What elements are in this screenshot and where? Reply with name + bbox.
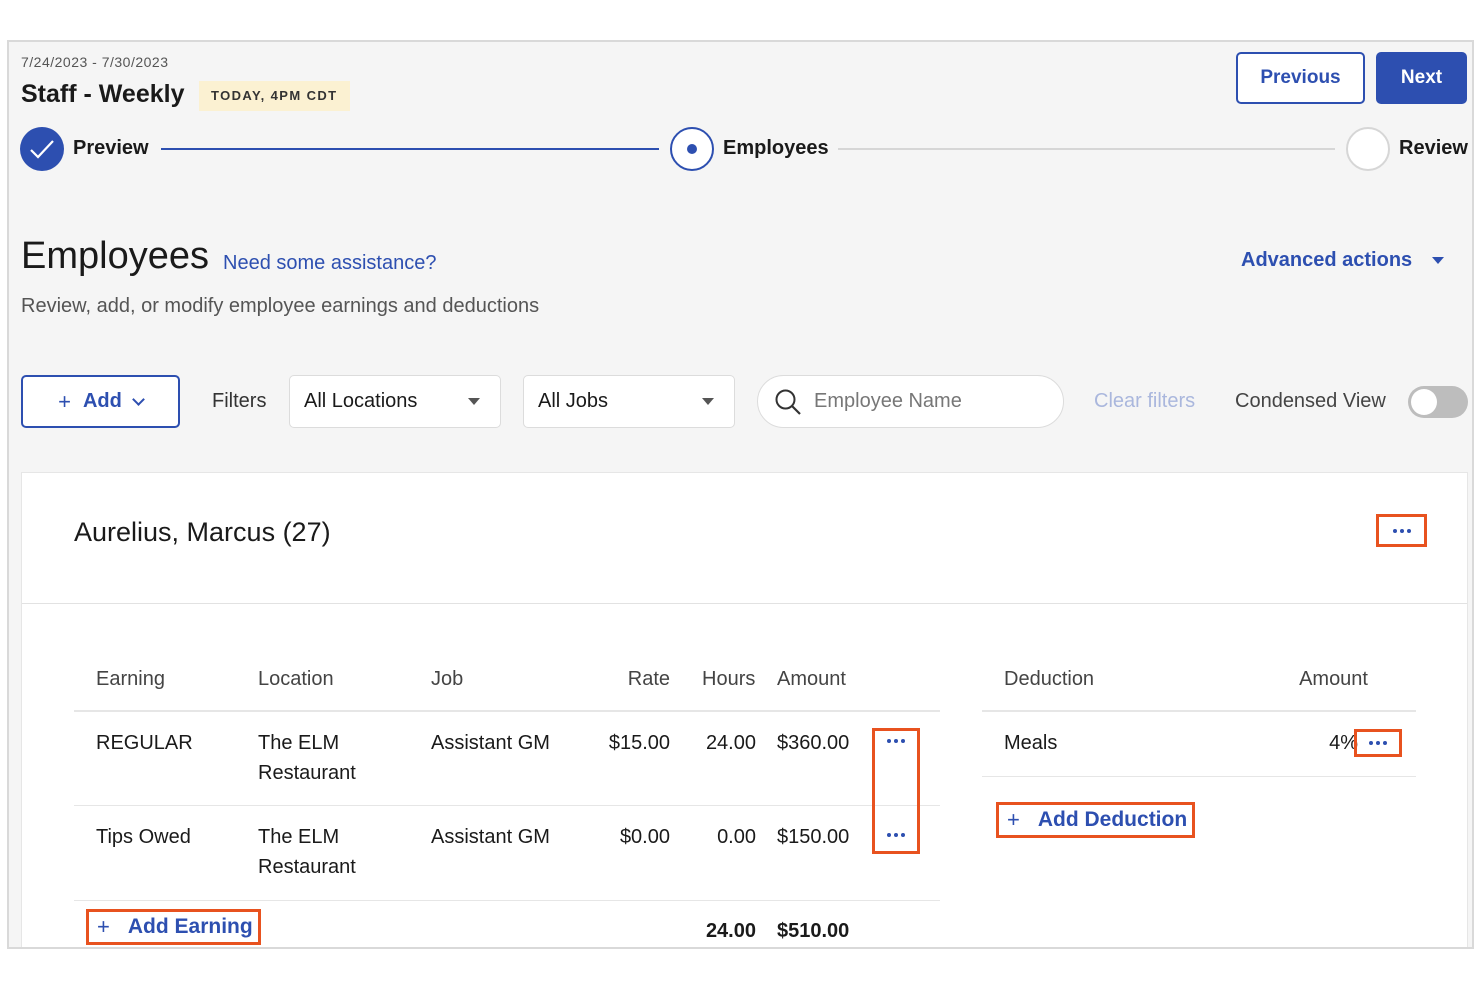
advanced-actions-dropdown[interactable]: Advanced actions <box>1241 249 1445 272</box>
table-divider <box>982 776 1416 777</box>
table-divider <box>982 710 1416 712</box>
location-header: Location <box>258 668 334 690</box>
check-icon <box>20 127 64 171</box>
previous-button[interactable]: Previous <box>1236 52 1365 104</box>
amount-header: Amount <box>777 668 846 690</box>
step-review: Review <box>1399 137 1468 159</box>
payroll-title: Staff - Weekly <box>21 80 185 108</box>
plus-icon: + <box>97 914 110 939</box>
upcoming-step-icon <box>1346 127 1390 171</box>
stepper-line-upcoming <box>838 148 1335 150</box>
location-cell: The ELM <box>258 826 340 848</box>
chevron-down-icon <box>132 392 145 406</box>
clear-filters-link[interactable]: Clear filters <box>1094 390 1195 413</box>
plus-icon: + <box>58 388 71 414</box>
page-subtitle: Review, add, or modify employee earnings… <box>21 295 540 317</box>
location-cell: Restaurant <box>258 762 356 784</box>
card-divider <box>22 603 1467 604</box>
table-divider <box>74 710 940 712</box>
rate-cell: $0.00 <box>619 826 670 848</box>
deduction-amount-cell: 4% <box>1329 732 1358 754</box>
jobs-select-value: All Jobs <box>538 390 609 412</box>
table-divider <box>74 805 940 806</box>
stepper-line-complete <box>161 148 659 150</box>
total-hours: 24.00 <box>705 920 756 942</box>
current-step-icon <box>670 127 714 171</box>
job-cell: Assistant GM <box>431 826 550 848</box>
step-preview: Preview <box>73 137 149 159</box>
rate-header: Rate <box>627 668 670 690</box>
deduction-cell: Meals <box>1004 732 1058 754</box>
help-link[interactable]: Need some assistance? <box>223 252 436 275</box>
earning-row-more-button[interactable] <box>875 731 917 751</box>
total-amount: $510.00 <box>777 920 850 942</box>
step-employees: Employees <box>723 137 829 159</box>
deadline-badge: TODAY, 4PM CDT <box>199 81 350 111</box>
filters-label: Filters <box>212 390 267 412</box>
employee-more-button[interactable] <box>1376 514 1427 547</box>
table-divider <box>74 900 940 901</box>
page-title: Employees <box>21 235 209 277</box>
employee-name-input[interactable] <box>814 390 1034 413</box>
jobs-select[interactable]: All Jobs <box>523 375 735 428</box>
amount-cell: $150.00 <box>777 826 850 848</box>
hours-cell: 0.00 <box>717 826 756 848</box>
caret-down-icon <box>702 398 714 405</box>
caret-down-icon <box>1432 257 1445 264</box>
locations-select-value: All Locations <box>304 390 418 412</box>
hours-header: Hours <box>702 668 756 690</box>
earning-cell: Tips Owed <box>96 826 191 848</box>
location-cell: Restaurant <box>258 856 356 878</box>
deduction-row-more-button[interactable] <box>1354 729 1402 757</box>
earning-header: Earning <box>96 668 165 690</box>
locations-select[interactable]: All Locations <box>289 375 501 428</box>
employee-card: Aurelius, Marcus (27) Earning Location J… <box>21 472 1468 947</box>
earning-row-menus <box>872 728 920 854</box>
add-earning-label: Add Earning <box>127 915 253 938</box>
condensed-view-toggle[interactable] <box>1408 386 1468 418</box>
rate-cell: $15.00 <box>608 732 670 754</box>
advanced-actions-label: Advanced actions <box>1241 249 1413 271</box>
plus-icon: + <box>1007 807 1020 832</box>
pay-period-date-range: 7/24/2023 - 7/30/2023 <box>21 54 169 70</box>
add-deduction-label: Add Deduction <box>1037 808 1188 831</box>
add-button-label: Add <box>82 390 122 412</box>
job-header: Job <box>431 668 464 690</box>
earning-row-more-button[interactable] <box>875 825 917 845</box>
search-icon <box>775 389 801 415</box>
job-cell: Assistant GM <box>431 732 550 754</box>
hours-cell: 24.00 <box>705 732 756 754</box>
caret-down-icon <box>468 398 480 405</box>
location-cell: The ELM <box>258 732 340 754</box>
deduction-header: Deduction <box>1004 668 1095 690</box>
payroll-window: 7/24/2023 - 7/30/2023 Staff - Weekly TOD… <box>7 40 1474 949</box>
next-button[interactable]: Next <box>1376 52 1467 104</box>
add-button[interactable]: + Add <box>21 375 180 428</box>
add-deduction-button[interactable]: + Add Deduction <box>995 802 1196 838</box>
amount-cell: $360.00 <box>777 732 850 754</box>
employee-search[interactable] <box>757 375 1064 428</box>
employee-name: Aurelius, Marcus (27) <box>74 517 331 547</box>
earning-cell: REGULAR <box>96 732 193 754</box>
add-earning-button[interactable]: + Add Earning <box>86 909 261 945</box>
deduction-amount-header: Amount <box>1299 668 1368 690</box>
condensed-view-label: Condensed View <box>1235 390 1386 412</box>
